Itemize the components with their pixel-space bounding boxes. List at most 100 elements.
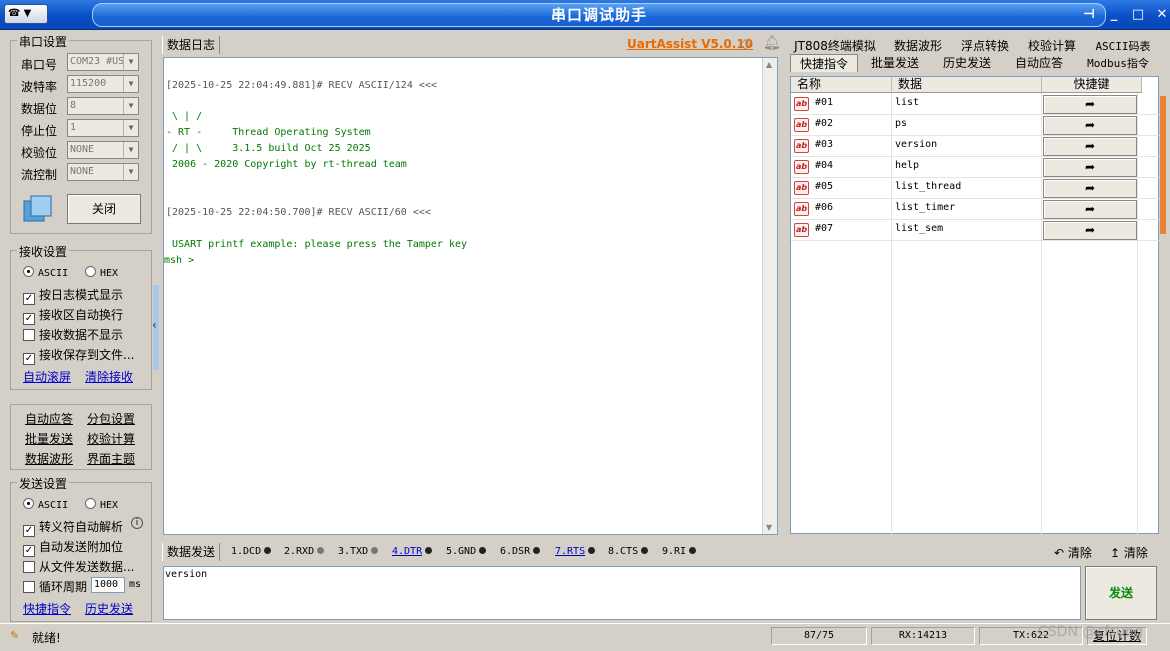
log-line: / | \ 3.1.5 build Oct 25 2025 <box>166 143 371 154</box>
table-row[interactable]: ab #06 list_timer ➦ <box>791 199 1159 220</box>
cycle-checkbox[interactable]: 循环周期 <box>23 578 87 595</box>
flow-select[interactable]: NONE ▼ <box>67 163 139 181</box>
quick-commands-link[interactable]: 快捷指令 <box>23 600 71 617</box>
send-row-button[interactable]: ➦ <box>1043 158 1137 177</box>
cycle-period-input[interactable]: 1000 <box>91 577 125 593</box>
send-hex-radio[interactable]: HEX <box>85 498 118 511</box>
row-name: #03 <box>815 139 834 150</box>
stopbits-select[interactable]: 1 ▼ <box>67 119 139 137</box>
databits-select[interactable]: 8 ▼ <box>67 97 139 115</box>
send-row-button[interactable]: ➦ <box>1043 179 1137 198</box>
batch-send-link[interactable]: 批量发送 <box>25 430 73 447</box>
send-row-button[interactable]: ➦ <box>1043 137 1137 156</box>
port-select[interactable]: COM23 #US ▼ <box>67 53 139 71</box>
col-header-name: 名称 <box>791 77 892 93</box>
radio-icon <box>85 498 96 509</box>
row-name: #04 <box>815 160 834 171</box>
tab-data-send[interactable]: 数据发送 <box>162 543 221 561</box>
pin-icon[interactable]: ⊣ <box>1078 6 1100 24</box>
row-data: list <box>895 97 920 108</box>
send-from-file-checkbox[interactable]: 从文件发送数据... <box>23 558 134 575</box>
log-scrollbar[interactable]: ▲ ▼ <box>762 58 777 534</box>
receive-hex-radio[interactable]: HEX <box>85 266 118 279</box>
tab-waveform[interactable]: 数据波形 <box>888 37 948 54</box>
table-row[interactable]: ab #05 list_thread ➦ <box>791 178 1159 199</box>
send-row-button[interactable]: ➦ <box>1043 116 1137 135</box>
chevron-down-icon: ▼ <box>123 76 138 92</box>
tab-float-convert[interactable]: 浮点转换 <box>955 37 1015 54</box>
waveform-link[interactable]: 数据波形 <box>25 450 73 467</box>
scroll-down-icon[interactable]: ▼ <box>766 523 772 532</box>
save-to-file-checkbox[interactable]: ✓ 接收保存到文件... <box>23 346 134 365</box>
scroll-up-icon[interactable]: ▲ <box>766 60 772 69</box>
checksum-link[interactable]: 校验计算 <box>87 430 135 447</box>
history-send-link[interactable]: 历史发送 <box>85 600 133 617</box>
hide-data-checkbox[interactable]: 接收数据不显示 <box>23 326 123 343</box>
tab-modbus[interactable]: Modbus指令 <box>1080 55 1156 71</box>
clear-send-button[interactable]: ↥ 清除 <box>1110 544 1148 561</box>
tab-checksum[interactable]: 校验计算 <box>1022 37 1082 54</box>
signal-gnd: 5.GND <box>446 546 487 557</box>
send-ascii-radio[interactable]: ASCII <box>23 498 68 511</box>
minimize-button[interactable]: _ <box>1103 6 1125 24</box>
text-ab-icon: ab <box>794 118 809 132</box>
send-row-button[interactable]: ➦ <box>1043 200 1137 219</box>
tab-jt808[interactable]: JT808终端模拟 <box>790 37 880 54</box>
tab-data-log[interactable]: 数据日志 <box>162 36 221 54</box>
send-row-button[interactable]: ➦ <box>1043 221 1137 240</box>
receive-log[interactable]: [2025-10-25 22:04:49.881]# RECV ASCII/12… <box>163 57 778 535</box>
packet-settings-link[interactable]: 分包设置 <box>87 410 135 427</box>
table-row[interactable]: ab #04 help ➦ <box>791 157 1159 178</box>
clear-receive-link[interactable]: 清除接收 <box>85 368 133 385</box>
diamond-icon[interactable]: ◇ <box>740 36 751 52</box>
send-arrow-icon: ➦ <box>1084 223 1096 237</box>
tab-ascii-table[interactable]: ASCII码表 <box>1090 38 1156 54</box>
signal-dtr-toggle[interactable]: 4.DTR <box>392 546 433 557</box>
row-data: version <box>895 139 938 150</box>
append-bit-checkbox[interactable]: ✓ 自动发送附加位 <box>23 538 123 557</box>
log-mode-checkbox[interactable]: ✓ 按日志模式显示 <box>23 286 123 305</box>
autoscroll-link[interactable]: 自动滚屏 <box>23 368 71 385</box>
info-icon[interactable]: i <box>131 517 143 529</box>
system-menu-button[interactable]: ☎ ▼ <box>4 4 48 24</box>
signal-led-icon <box>588 547 596 554</box>
window-title: 串口调试助手 <box>92 3 1106 27</box>
row-data: list_thread <box>895 181 962 192</box>
signal-rts-toggle[interactable]: 7.RTS <box>555 546 596 557</box>
table-row[interactable]: ab #03 version ➦ <box>791 136 1159 157</box>
send-row-button[interactable]: ➦ <box>1043 95 1137 114</box>
baud-select[interactable]: 115200 ▼ <box>67 75 139 93</box>
close-button[interactable]: ✕ <box>1151 6 1170 24</box>
receive-ascii-radio[interactable]: ASCII <box>23 266 68 279</box>
parity-select[interactable]: NONE ▼ <box>67 141 139 159</box>
tab-auto-reply[interactable]: 自动应答 <box>1008 54 1070 71</box>
send-arrow-icon: ➦ <box>1084 118 1096 132</box>
tab-history-send[interactable]: 历史发送 <box>936 54 998 71</box>
signal-led-icon <box>689 547 697 554</box>
quick-command-table: 名称 数据 快捷键 ab #01 list ➦ ab #02 ps ➦ ab #03 versi… <box>790 76 1159 534</box>
send-arrow-icon: ➦ <box>1084 181 1096 195</box>
send-input[interactable]: version <box>163 566 1081 620</box>
collapse-arrow-icon[interactable]: ‹ <box>152 318 157 332</box>
bell-icon[interactable]: 🔔︎ <box>763 35 781 51</box>
table-row[interactable]: ab #02 ps ➦ <box>791 115 1159 136</box>
table-row[interactable]: ab #01 list ➦ <box>791 94 1159 115</box>
signal-led-icon <box>317 547 325 554</box>
maximize-button[interactable]: □ <box>1127 6 1149 24</box>
rx-counter: RX:14213 <box>871 627 975 645</box>
close-port-button[interactable]: 关闭 <box>67 194 141 224</box>
brand-link[interactable]: UartAssist V5.0.10 <box>627 37 753 51</box>
auto-wrap-checkbox[interactable]: ✓ 接收区自动换行 <box>23 306 123 325</box>
theme-link[interactable]: 界面主题 <box>87 450 135 467</box>
row-data: list_timer <box>895 202 956 213</box>
send-button[interactable]: 发送 <box>1085 566 1157 620</box>
table-row[interactable]: ab #07 list_sem ➦ <box>791 220 1159 241</box>
clear-receive-button[interactable]: ↶ 清除 <box>1054 544 1092 561</box>
row-data: ps <box>895 118 908 129</box>
auto-reply-link[interactable]: 自动应答 <box>25 410 73 427</box>
tab-quick-commands[interactable]: 快捷指令 <box>790 54 858 72</box>
tab-batch-send[interactable]: 批量发送 <box>864 54 926 71</box>
escape-parse-checkbox[interactable]: ✓ 转义符自动解析 <box>23 518 123 537</box>
signal-cts: 8.CTS <box>608 546 649 557</box>
counter-cell: 87/75 <box>771 627 867 645</box>
